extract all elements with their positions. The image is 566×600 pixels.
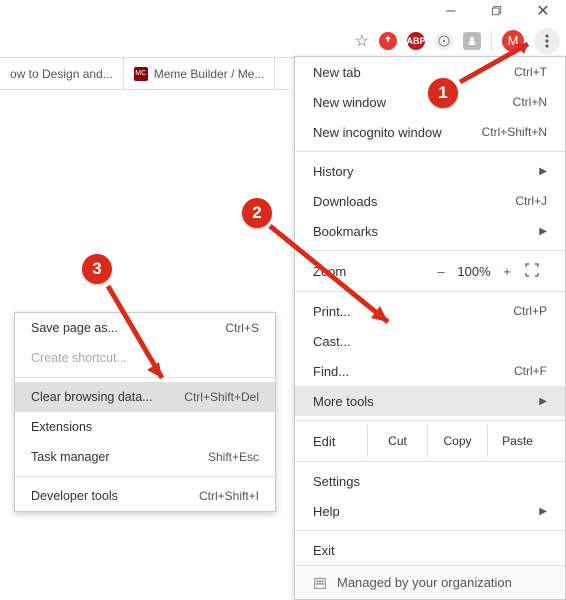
annotation-arrow-2	[262, 218, 412, 338]
chevron-right-icon: ▶	[539, 166, 547, 177]
zoom-value: 100%	[453, 264, 495, 279]
separator	[15, 476, 275, 477]
restore-icon	[492, 6, 502, 16]
tab-strip: ow to Design and... MC Meme Builder / Me…	[0, 58, 290, 90]
fullscreen-icon	[525, 263, 539, 277]
chevron-right-icon: ▶	[539, 226, 547, 237]
menu-help[interactable]: Help▶	[295, 496, 565, 526]
maximize-button[interactable]	[474, 0, 520, 22]
close-window-button[interactable]: ✕	[520, 0, 566, 22]
menu-settings[interactable]: Settings	[295, 466, 565, 496]
separator	[295, 530, 565, 531]
menu-edit-row: Edit Cut Copy Paste	[295, 425, 565, 457]
building-icon	[313, 576, 327, 590]
separator	[295, 420, 565, 421]
submenu-task-manager[interactable]: Task managerShift+Esc	[15, 442, 275, 472]
annotation-badge-2: 2	[242, 198, 272, 228]
menu-history[interactable]: History▶	[295, 156, 565, 186]
menu-incognito[interactable]: New incognito windowCtrl+Shift+N	[295, 117, 565, 147]
submenu-extensions[interactable]: Extensions	[15, 412, 275, 442]
annotation-badge-1: 1	[428, 78, 458, 108]
submenu-developer-tools[interactable]: Developer toolsCtrl+Shift+I	[15, 481, 275, 511]
extension-icon-1[interactable]	[379, 32, 397, 50]
menu-more-tools[interactable]: More tools▶	[295, 386, 565, 416]
favicon: MC	[134, 67, 148, 81]
zoom-out-button[interactable]: –	[429, 264, 453, 279]
tab-title: ow to Design and...	[10, 67, 113, 81]
edit-copy-button[interactable]: Copy	[427, 425, 487, 457]
edit-cut-button[interactable]: Cut	[367, 425, 427, 457]
extension-icon-2[interactable]: ABP	[407, 32, 425, 50]
browser-tab[interactable]: MC Meme Builder / Me...	[124, 58, 276, 90]
zoom-in-button[interactable]: +	[495, 264, 519, 279]
menu-find[interactable]: Find...Ctrl+F	[295, 356, 565, 386]
star-icon[interactable]: ☆	[355, 31, 369, 51]
chevron-right-icon: ▶	[539, 506, 547, 517]
annotation-arrow-3	[100, 278, 190, 398]
minimize-button[interactable]: –	[428, 0, 474, 22]
browser-tab[interactable]: ow to Design and...	[0, 58, 124, 90]
extension-icon-3[interactable]	[435, 32, 453, 50]
fullscreen-button[interactable]	[525, 263, 547, 280]
menu-downloads[interactable]: DownloadsCtrl+J	[295, 186, 565, 216]
annotation-badge-3: 3	[82, 254, 112, 284]
menu-exit[interactable]: Exit	[295, 535, 565, 565]
separator	[295, 151, 565, 152]
managed-notice[interactable]: Managed by your organization	[295, 565, 565, 599]
annotation-arrow-1	[452, 30, 552, 90]
chevron-right-icon: ▶	[539, 396, 547, 407]
tab-title: Meme Builder / Me...	[154, 67, 265, 81]
separator	[295, 461, 565, 462]
window-controls: – ✕	[428, 0, 566, 22]
edit-paste-button[interactable]: Paste	[487, 425, 547, 457]
